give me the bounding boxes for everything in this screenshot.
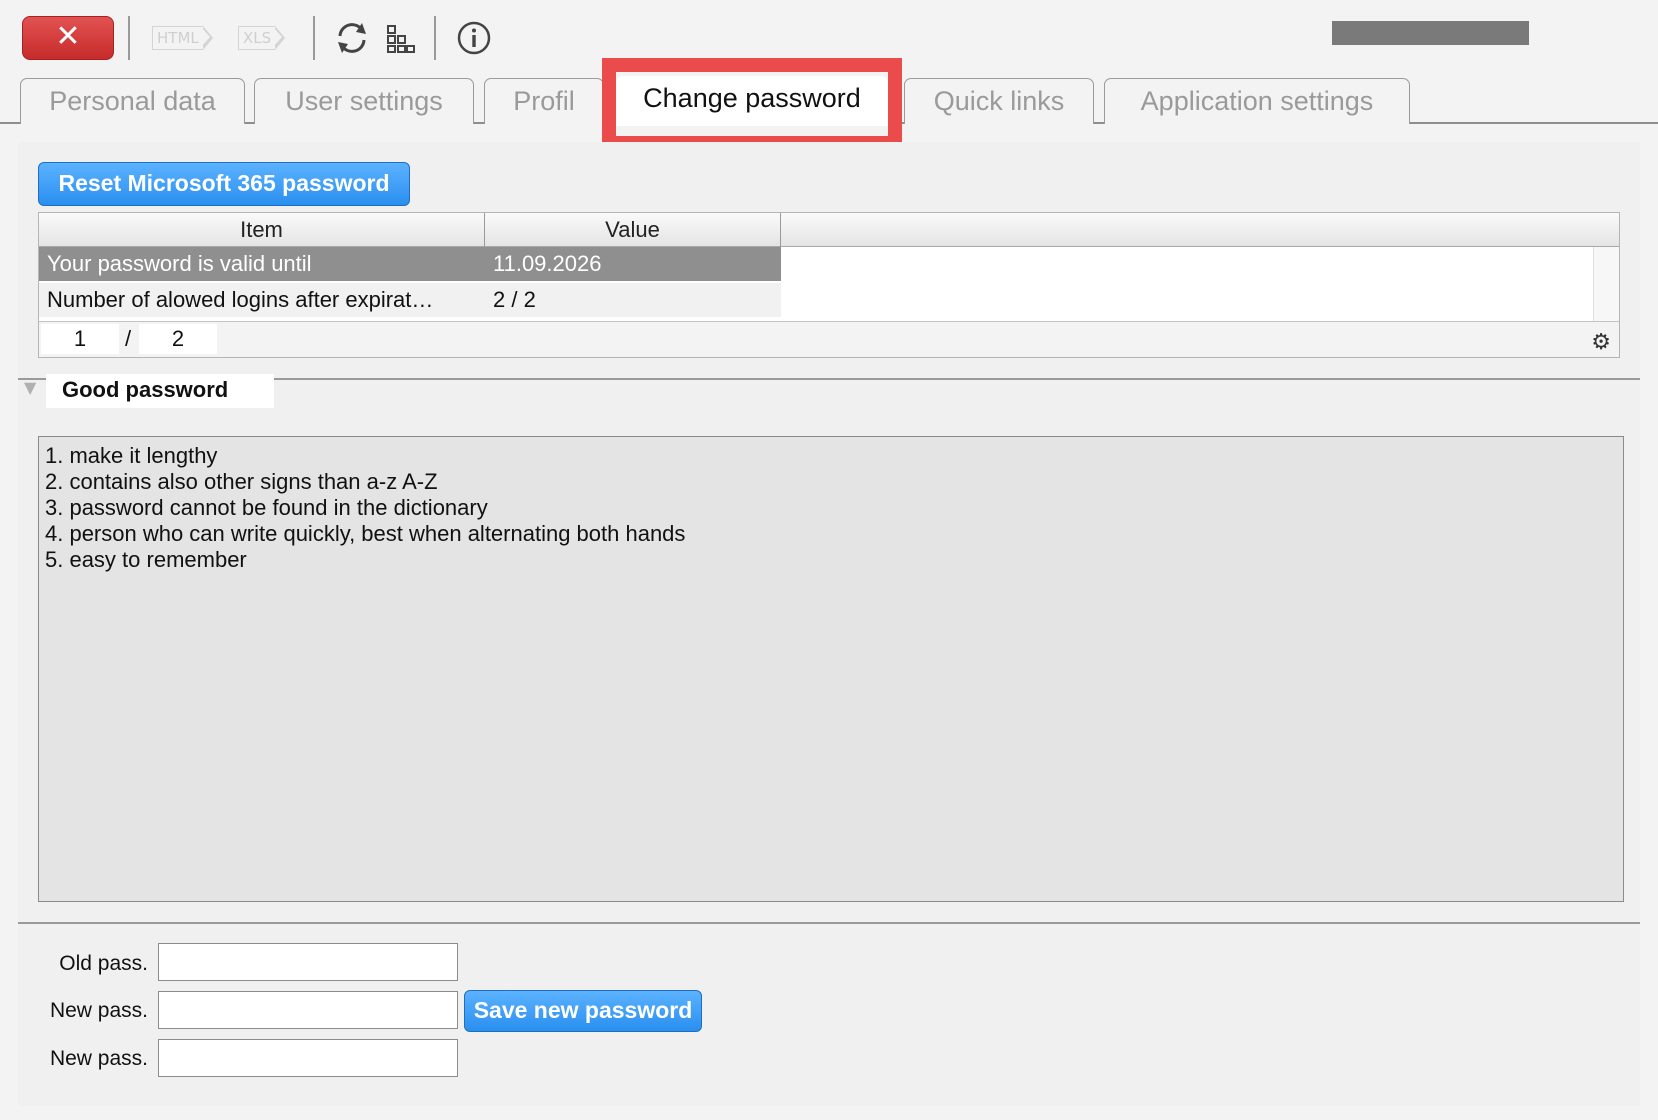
tab-label: Profil xyxy=(513,86,575,116)
cell-item: Your password is valid until xyxy=(47,251,312,276)
table-scrollbar[interactable] xyxy=(1593,247,1619,321)
info-icon xyxy=(457,21,491,55)
html-export-icon: HTML xyxy=(152,25,213,50)
hierarchy-icon xyxy=(387,25,415,53)
tab-label: Quick links xyxy=(933,86,1065,116)
tip-line: 4. person who can write quickly, best wh… xyxy=(45,521,686,546)
toolbar-separator xyxy=(434,16,436,60)
html-export-button[interactable]: HTML xyxy=(152,18,213,58)
hierarchy-button[interactable] xyxy=(382,18,418,58)
refresh-icon xyxy=(338,23,366,53)
save-new-password-button[interactable]: Save new password xyxy=(464,990,702,1032)
table-header: Item Value xyxy=(39,213,1619,247)
tab-label: User settings xyxy=(285,86,443,116)
tab-label: Change password xyxy=(643,83,861,113)
tip-line: 1. make it lengthy xyxy=(45,443,218,468)
status-indicator xyxy=(1332,21,1529,45)
toolbar-separator xyxy=(128,16,130,60)
new-password-label: New pass. xyxy=(49,999,148,1022)
new-password-field[interactable] xyxy=(158,991,458,1029)
app-window: ✕ HTML XLS Personal data User settings P… xyxy=(0,0,1658,1120)
close-button[interactable]: ✕ xyxy=(22,16,114,60)
cell-value: 2 / 2 xyxy=(493,287,536,312)
tab-application-settings[interactable]: Application settings xyxy=(1104,78,1410,124)
tab-user-settings[interactable]: User settings xyxy=(254,78,474,124)
change-password-panel: Reset Microsoft 365 password Item Value … xyxy=(18,142,1640,1106)
collapse-triangle-icon[interactable]: ▼ xyxy=(24,378,36,397)
refresh-button[interactable] xyxy=(330,18,374,58)
column-header-value[interactable]: Value xyxy=(485,213,781,247)
info-button[interactable] xyxy=(454,18,494,58)
password-info-table: Item Value Your password is valid until … xyxy=(38,212,1620,358)
old-password-field[interactable] xyxy=(158,943,458,981)
table-pager: 1 / 2 ⚙ xyxy=(39,321,1619,357)
toolbar: ✕ HTML XLS xyxy=(0,0,1658,74)
confirm-password-label: New pass. xyxy=(49,1047,148,1070)
tab-personal-data[interactable]: Personal data xyxy=(20,78,245,124)
good-password-title: Good password xyxy=(46,374,274,408)
old-password-label: Old pass. xyxy=(59,952,148,975)
confirm-password-field[interactable] xyxy=(158,1039,458,1077)
tip-line: 3. password cannot be found in the dicti… xyxy=(45,495,488,520)
cell-item: Number of alowed logins after expirat… xyxy=(47,287,434,312)
tab-profil[interactable]: Profil xyxy=(484,78,604,124)
close-icon: ✕ xyxy=(55,19,81,54)
tab-label: Personal data xyxy=(49,86,216,116)
good-password-text: 1. make it lengthy 2. contains also othe… xyxy=(38,436,1624,902)
pager-current[interactable]: 1 xyxy=(41,324,119,354)
tab-change-password[interactable]: Change password xyxy=(616,76,888,126)
column-header-item[interactable]: Item xyxy=(39,213,485,247)
xls-export-icon: XLS xyxy=(238,25,286,50)
table-row[interactable]: Your password is valid until 11.09.2026 xyxy=(39,247,781,281)
tip-line: 5. easy to remember xyxy=(45,547,247,572)
reset-m365-password-button[interactable]: Reset Microsoft 365 password xyxy=(38,162,410,206)
cell-value: 11.09.2026 xyxy=(493,251,602,276)
tab-quick-links[interactable]: Quick links xyxy=(904,78,1094,124)
tip-line: 2. contains also other signs than a-z A-… xyxy=(45,469,438,494)
table-row[interactable]: Number of alowed logins after expirat… 2… xyxy=(39,283,781,317)
toolbar-separator xyxy=(313,16,315,60)
xls-export-button[interactable]: XLS xyxy=(238,18,286,58)
gear-icon[interactable]: ⚙ xyxy=(1591,326,1611,360)
section-divider xyxy=(18,922,1640,924)
tab-label: Application settings xyxy=(1140,86,1374,116)
pager-total: 2 xyxy=(139,324,217,354)
pager-separator: / xyxy=(125,326,132,351)
tab-bar: Personal data User settings Profil Chang… xyxy=(0,76,1658,126)
